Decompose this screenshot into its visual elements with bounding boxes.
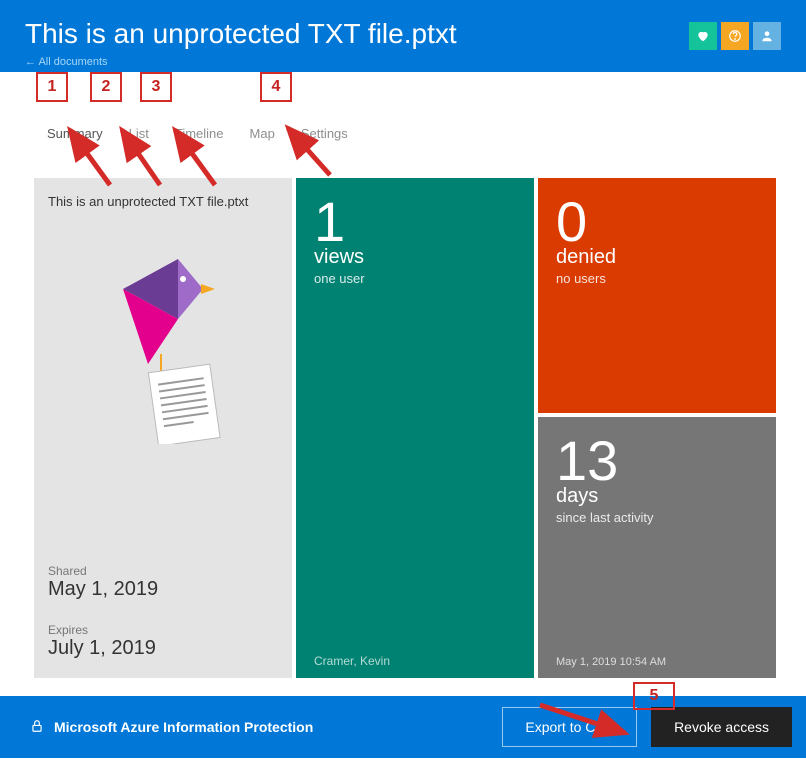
header-icon-group xyxy=(689,22,781,50)
document-filename: This is an unprotected TXT file.ptxt xyxy=(48,194,278,209)
views-footer: Cramer, Kevin xyxy=(314,654,390,668)
content-area: This is an unprotected TXT file.ptxt xyxy=(0,153,806,678)
tab-timeline[interactable]: Timeline xyxy=(175,126,224,141)
user-icon[interactable] xyxy=(753,22,781,50)
expires-block: Expires July 1, 2019 xyxy=(48,615,278,660)
views-sub: one user xyxy=(314,271,516,286)
denied-number: 0 xyxy=(556,194,758,250)
export-csv-button[interactable]: Export to CSV xyxy=(502,707,637,747)
shared-block: Shared May 1, 2019 xyxy=(48,556,278,601)
days-footer: May 1, 2019 10:54 AM xyxy=(556,656,666,668)
expires-value: July 1, 2019 xyxy=(48,637,278,660)
denied-label: denied xyxy=(556,246,758,269)
tab-map[interactable]: Map xyxy=(250,126,275,141)
right-column: 0 denied no users 13 days since last act… xyxy=(538,178,776,678)
page-header: This is an unprotected TXT file.ptxt ← A… xyxy=(0,0,806,72)
days-tile[interactable]: 13 days since last activity May 1, 2019 … xyxy=(538,417,776,678)
footer-bar: Microsoft Azure Information Protection E… xyxy=(0,696,806,758)
tab-summary[interactable]: Summary xyxy=(47,126,103,141)
tile-row: This is an unprotected TXT file.ptxt xyxy=(14,153,792,678)
heart-icon[interactable] xyxy=(689,22,717,50)
days-label: days xyxy=(556,485,758,508)
expires-label: Expires xyxy=(48,623,278,637)
shared-value: May 1, 2019 xyxy=(48,578,278,601)
document-illustration xyxy=(48,209,278,469)
help-icon[interactable] xyxy=(721,22,749,50)
footer-brand: Microsoft Azure Information Protection xyxy=(30,718,313,737)
denied-tile[interactable]: 0 denied no users xyxy=(538,178,776,413)
tab-bar: Summary List Timeline Map Settings xyxy=(0,72,806,153)
denied-sub: no users xyxy=(556,271,758,286)
shared-label: Shared xyxy=(48,564,278,578)
days-sub: since last activity xyxy=(556,510,758,525)
lock-icon xyxy=(30,718,44,737)
document-card: This is an unprotected TXT file.ptxt xyxy=(34,178,292,678)
tab-list[interactable]: List xyxy=(129,126,149,141)
footer-brand-text: Microsoft Azure Information Protection xyxy=(54,719,313,735)
revoke-access-button[interactable]: Revoke access xyxy=(651,707,792,747)
page-title: This is an unprotected TXT file.ptxt xyxy=(25,18,781,50)
views-number: 1 xyxy=(314,194,516,250)
tab-settings[interactable]: Settings xyxy=(301,126,348,141)
back-all-documents-link[interactable]: ← All documents xyxy=(25,56,108,68)
days-number: 13 xyxy=(556,433,758,489)
views-label: views xyxy=(314,246,516,269)
views-tile[interactable]: 1 views one user Cramer, Kevin xyxy=(296,178,534,678)
